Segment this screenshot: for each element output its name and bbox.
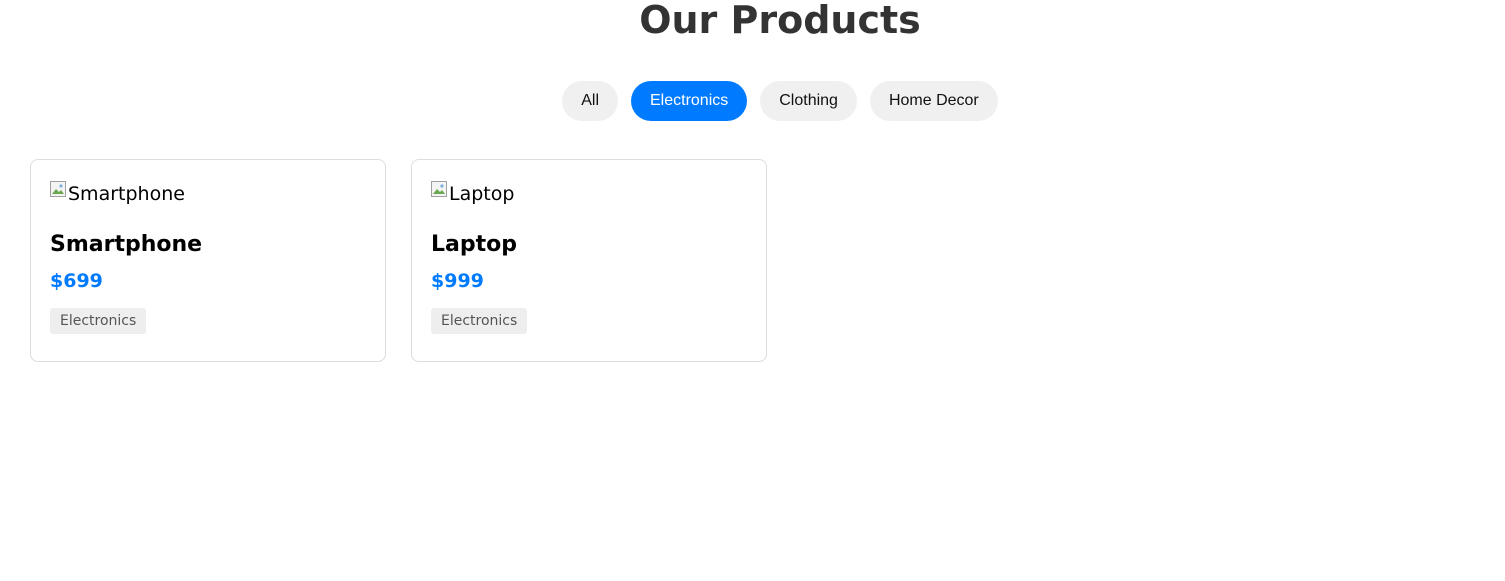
category-badge: Electronics xyxy=(50,308,147,334)
filter-electronics-button[interactable]: Electronics xyxy=(631,81,748,121)
product-card[interactable]: Smartphone Smartphone $699 Electronics xyxy=(30,159,386,362)
product-image: Smartphone xyxy=(50,179,366,209)
page: Our Products All Electronics Clothing Ho… xyxy=(0,0,1505,581)
filter-all-button[interactable]: All xyxy=(562,81,618,121)
product-price: $999 xyxy=(431,270,484,292)
product-grid: Smartphone Smartphone $699 Electronics L… xyxy=(30,159,767,362)
page-title: Our Products xyxy=(639,0,921,42)
broken-image-icon xyxy=(50,181,66,197)
product-name: Smartphone xyxy=(50,232,203,257)
product-image: Laptop xyxy=(431,179,747,209)
category-filters: All Electronics Clothing Home Decor xyxy=(0,81,1505,121)
product-image-alt-text: Smartphone xyxy=(68,183,185,205)
product-price: $699 xyxy=(50,270,103,292)
product-image-alt-text: Laptop xyxy=(449,183,515,205)
broken-image-icon xyxy=(431,181,447,197)
filter-home-decor-button[interactable]: Home Decor xyxy=(869,81,998,121)
filter-clothing-button[interactable]: Clothing xyxy=(760,81,857,121)
product-card[interactable]: Laptop Laptop $999 Electronics xyxy=(411,159,767,362)
product-name: Laptop xyxy=(431,232,517,257)
category-badge: Electronics xyxy=(431,308,528,334)
